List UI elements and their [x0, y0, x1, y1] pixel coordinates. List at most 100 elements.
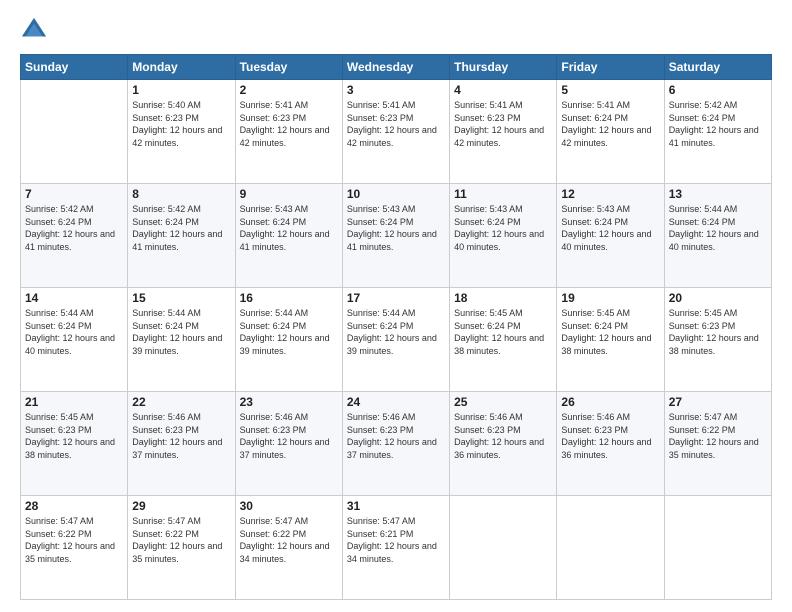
- calendar-cell: 22 Sunrise: 5:46 AMSunset: 6:23 PMDayligh…: [128, 392, 235, 496]
- day-number: 14: [25, 291, 123, 305]
- calendar-cell: 16 Sunrise: 5:44 AMSunset: 6:24 PMDayligh…: [235, 288, 342, 392]
- calendar-cell: 25 Sunrise: 5:46 AMSunset: 6:23 PMDayligh…: [450, 392, 557, 496]
- calendar-week-1: 1 Sunrise: 5:40 AMSunset: 6:23 PMDaylight…: [21, 80, 772, 184]
- cell-info: Sunrise: 5:45 AMSunset: 6:24 PMDaylight:…: [561, 307, 659, 357]
- calendar-header-wednesday: Wednesday: [342, 55, 449, 80]
- day-number: 11: [454, 187, 552, 201]
- calendar-header-tuesday: Tuesday: [235, 55, 342, 80]
- day-number: 30: [240, 499, 338, 513]
- calendar-cell: 29 Sunrise: 5:47 AMSunset: 6:22 PMDayligh…: [128, 496, 235, 600]
- day-number: 13: [669, 187, 767, 201]
- calendar-cell: 14 Sunrise: 5:44 AMSunset: 6:24 PMDayligh…: [21, 288, 128, 392]
- day-number: 7: [25, 187, 123, 201]
- cell-info: Sunrise: 5:47 AMSunset: 6:22 PMDaylight:…: [132, 515, 230, 565]
- cell-info: Sunrise: 5:43 AMSunset: 6:24 PMDaylight:…: [347, 203, 445, 253]
- calendar-header-friday: Friday: [557, 55, 664, 80]
- cell-info: Sunrise: 5:40 AMSunset: 6:23 PMDaylight:…: [132, 99, 230, 149]
- calendar-week-4: 21Sunrise: 5:45 AMSunset: 6:23 PMDayligh…: [21, 392, 772, 496]
- calendar-cell: 26 Sunrise: 5:46 AMSunset: 6:23 PMDayligh…: [557, 392, 664, 496]
- calendar-week-3: 14 Sunrise: 5:44 AMSunset: 6:24 PMDayligh…: [21, 288, 772, 392]
- day-number: 31: [347, 499, 445, 513]
- calendar-cell: 3 Sunrise: 5:41 AMSunset: 6:23 PMDaylight…: [342, 80, 449, 184]
- day-number: 15: [132, 291, 230, 305]
- day-number: 17: [347, 291, 445, 305]
- calendar-cell: [664, 496, 771, 600]
- day-number: 9: [240, 187, 338, 201]
- cell-info: Sunrise: 5:46 AMSunset: 6:23 PMDaylight:…: [240, 411, 338, 461]
- cell-info: Sunrise: 5:46 AMSunset: 6:23 PMDaylight:…: [454, 411, 552, 461]
- cell-info: Sunrise: 5:44 AMSunset: 6:24 PMDaylight:…: [347, 307, 445, 357]
- day-number: 2: [240, 83, 338, 97]
- cell-info: Sunrise: 5:41 AMSunset: 6:23 PMDaylight:…: [240, 99, 338, 149]
- cell-info: Sunrise: 5:45 AMSunset: 6:23 PMDaylight:…: [669, 307, 767, 357]
- cell-info: Sunrise: 5:47 AMSunset: 6:22 PMDaylight:…: [240, 515, 338, 565]
- calendar-cell: 30 Sunrise: 5:47 AMSunset: 6:22 PMDayligh…: [235, 496, 342, 600]
- page: SundayMondayTuesdayWednesdayThursdayFrid…: [0, 0, 792, 612]
- calendar-cell: 24Sunrise: 5:46 AMSunset: 6:23 PMDayligh…: [342, 392, 449, 496]
- cell-info: Sunrise: 5:44 AMSunset: 6:24 PMDaylight:…: [240, 307, 338, 357]
- calendar-cell: [450, 496, 557, 600]
- cell-info: Sunrise: 5:45 AMSunset: 6:23 PMDaylight:…: [25, 411, 123, 461]
- day-number: 18: [454, 291, 552, 305]
- calendar-cell: 1 Sunrise: 5:40 AMSunset: 6:23 PMDaylight…: [128, 80, 235, 184]
- day-number: 10: [347, 187, 445, 201]
- calendar-cell: 6 Sunrise: 5:42 AMSunset: 6:24 PMDaylight…: [664, 80, 771, 184]
- calendar-header-thursday: Thursday: [450, 55, 557, 80]
- day-number: 20: [669, 291, 767, 305]
- calendar-cell: 12Sunrise: 5:43 AMSunset: 6:24 PMDayligh…: [557, 184, 664, 288]
- cell-info: Sunrise: 5:44 AMSunset: 6:24 PMDaylight:…: [669, 203, 767, 253]
- calendar-cell: 8 Sunrise: 5:42 AMSunset: 6:24 PMDaylight…: [128, 184, 235, 288]
- calendar-cell: 18Sunrise: 5:45 AMSunset: 6:24 PMDayligh…: [450, 288, 557, 392]
- calendar-cell: 13 Sunrise: 5:44 AMSunset: 6:24 PMDayligh…: [664, 184, 771, 288]
- logo: [20, 16, 52, 44]
- cell-info: Sunrise: 5:44 AMSunset: 6:24 PMDaylight:…: [132, 307, 230, 357]
- calendar-cell: [557, 496, 664, 600]
- day-number: 19: [561, 291, 659, 305]
- cell-info: Sunrise: 5:47 AMSunset: 6:22 PMDaylight:…: [25, 515, 123, 565]
- day-number: 27: [669, 395, 767, 409]
- day-number: 4: [454, 83, 552, 97]
- calendar-cell: [21, 80, 128, 184]
- day-number: 26: [561, 395, 659, 409]
- calendar-cell: 20 Sunrise: 5:45 AMSunset: 6:23 PMDayligh…: [664, 288, 771, 392]
- cell-info: Sunrise: 5:47 AMSunset: 6:22 PMDaylight:…: [669, 411, 767, 461]
- cell-info: Sunrise: 5:46 AMSunset: 6:23 PMDaylight:…: [561, 411, 659, 461]
- day-number: 23: [240, 395, 338, 409]
- calendar-cell: 21Sunrise: 5:45 AMSunset: 6:23 PMDayligh…: [21, 392, 128, 496]
- day-number: 22: [132, 395, 230, 409]
- calendar-header-monday: Monday: [128, 55, 235, 80]
- day-number: 8: [132, 187, 230, 201]
- day-number: 29: [132, 499, 230, 513]
- calendar-header-saturday: Saturday: [664, 55, 771, 80]
- cell-info: Sunrise: 5:46 AMSunset: 6:23 PMDaylight:…: [347, 411, 445, 461]
- day-number: 28: [25, 499, 123, 513]
- cell-info: Sunrise: 5:42 AMSunset: 6:24 PMDaylight:…: [669, 99, 767, 149]
- cell-info: Sunrise: 5:42 AMSunset: 6:24 PMDaylight:…: [25, 203, 123, 253]
- calendar-cell: 10 Sunrise: 5:43 AMSunset: 6:24 PMDayligh…: [342, 184, 449, 288]
- calendar-cell: 31 Sunrise: 5:47 AMSunset: 6:21 PMDayligh…: [342, 496, 449, 600]
- cell-info: Sunrise: 5:44 AMSunset: 6:24 PMDaylight:…: [25, 307, 123, 357]
- calendar-cell: 17 Sunrise: 5:44 AMSunset: 6:24 PMDayligh…: [342, 288, 449, 392]
- cell-info: Sunrise: 5:41 AMSunset: 6:23 PMDaylight:…: [454, 99, 552, 149]
- day-number: 16: [240, 291, 338, 305]
- calendar-cell: 28 Sunrise: 5:47 AMSunset: 6:22 PMDayligh…: [21, 496, 128, 600]
- calendar-cell: 5Sunrise: 5:41 AMSunset: 6:24 PMDaylight…: [557, 80, 664, 184]
- calendar-cell: 23 Sunrise: 5:46 AMSunset: 6:23 PMDayligh…: [235, 392, 342, 496]
- cell-info: Sunrise: 5:43 AMSunset: 6:24 PMDaylight:…: [561, 203, 659, 253]
- calendar-week-5: 28 Sunrise: 5:47 AMSunset: 6:22 PMDayligh…: [21, 496, 772, 600]
- day-number: 1: [132, 83, 230, 97]
- calendar-table: SundayMondayTuesdayWednesdayThursdayFrid…: [20, 54, 772, 600]
- calendar-cell: 7 Sunrise: 5:42 AMSunset: 6:24 PMDaylight…: [21, 184, 128, 288]
- cell-info: Sunrise: 5:41 AMSunset: 6:24 PMDaylight:…: [561, 99, 659, 149]
- day-number: 6: [669, 83, 767, 97]
- cell-info: Sunrise: 5:47 AMSunset: 6:21 PMDaylight:…: [347, 515, 445, 565]
- calendar-cell: 9Sunrise: 5:43 AMSunset: 6:24 PMDaylight…: [235, 184, 342, 288]
- calendar-cell: 27 Sunrise: 5:47 AMSunset: 6:22 PMDayligh…: [664, 392, 771, 496]
- cell-info: Sunrise: 5:41 AMSunset: 6:23 PMDaylight:…: [347, 99, 445, 149]
- calendar-header-sunday: Sunday: [21, 55, 128, 80]
- calendar-cell: 4 Sunrise: 5:41 AMSunset: 6:23 PMDaylight…: [450, 80, 557, 184]
- day-number: 25: [454, 395, 552, 409]
- cell-info: Sunrise: 5:46 AMSunset: 6:23 PMDaylight:…: [132, 411, 230, 461]
- cell-info: Sunrise: 5:42 AMSunset: 6:24 PMDaylight:…: [132, 203, 230, 253]
- day-number: 3: [347, 83, 445, 97]
